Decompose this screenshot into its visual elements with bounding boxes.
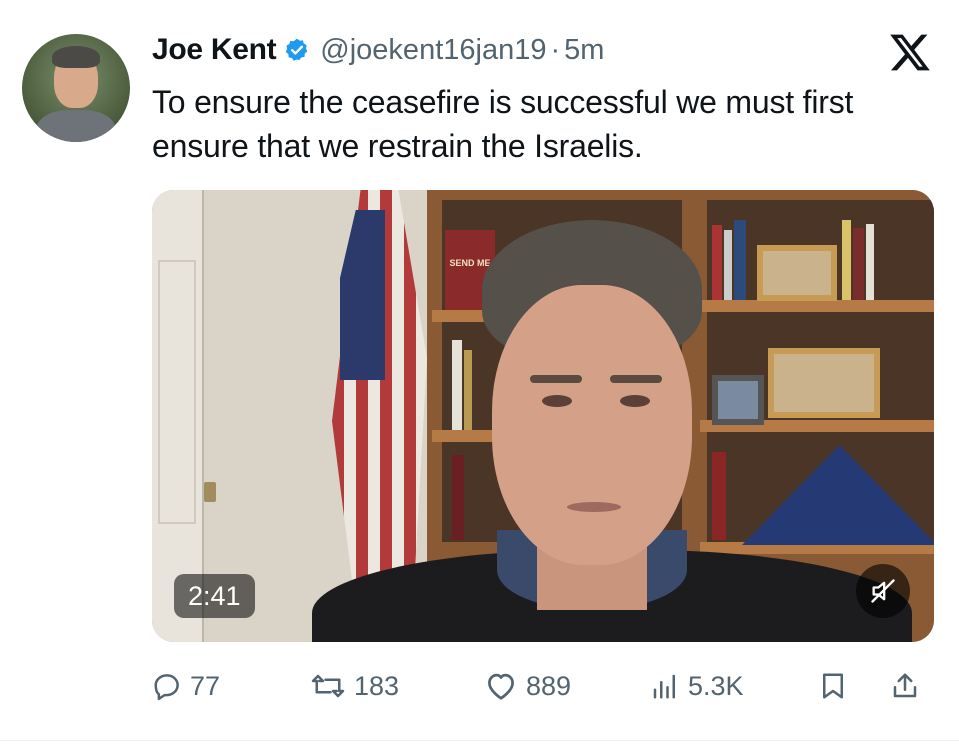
bookmark-button[interactable] <box>818 664 856 708</box>
views-button[interactable]: 5.3K <box>650 664 744 708</box>
speaker-muted-icon <box>871 579 895 603</box>
tweet-text: To ensure the ceasefire is successful we… <box>152 84 854 164</box>
like-button[interactable]: 889 <box>484 664 571 708</box>
bottom-divider <box>0 740 959 741</box>
like-count: 889 <box>526 670 572 701</box>
tweet-actions-bar: 77 183 889 5.3K <box>152 664 934 708</box>
author-name[interactable]: Joe Kent <box>152 33 277 67</box>
views-chart-icon <box>653 674 675 699</box>
person-face <box>492 285 692 565</box>
avatar-hair <box>52 46 100 68</box>
framed-photo <box>768 348 880 418</box>
author-handle[interactable]: @joekent16jan19 <box>320 34 546 67</box>
views-count: 5.3K <box>688 670 744 701</box>
share-icon <box>893 673 917 698</box>
bookmark-icon <box>823 673 843 699</box>
x-logo-icon <box>888 30 932 74</box>
framed-photo <box>757 245 837 301</box>
tweet-header: Joe Kent @joekent16jan19 · 5m <box>152 28 604 72</box>
repost-count: 183 <box>354 670 400 701</box>
repost-icon <box>311 674 345 698</box>
share-button[interactable] <box>890 664 928 708</box>
heart-icon <box>488 673 514 700</box>
avatar-shirt <box>36 110 116 142</box>
reply-count: 77 <box>190 670 221 701</box>
tweet-timestamp[interactable]: 5m <box>564 34 604 67</box>
reply-icon <box>154 674 179 701</box>
reply-button[interactable]: 77 <box>152 664 220 708</box>
video-duration: 2:41 <box>174 574 255 618</box>
repost-button[interactable]: 183 <box>310 664 399 708</box>
author-avatar[interactable] <box>22 34 130 142</box>
mute-button[interactable] <box>856 564 910 618</box>
meta-separator: · <box>550 33 561 66</box>
video-player[interactable]: SEND ME 2:41 <box>152 190 934 642</box>
video-scene-doorknob <box>204 482 216 502</box>
verified-badge-icon <box>284 37 310 63</box>
